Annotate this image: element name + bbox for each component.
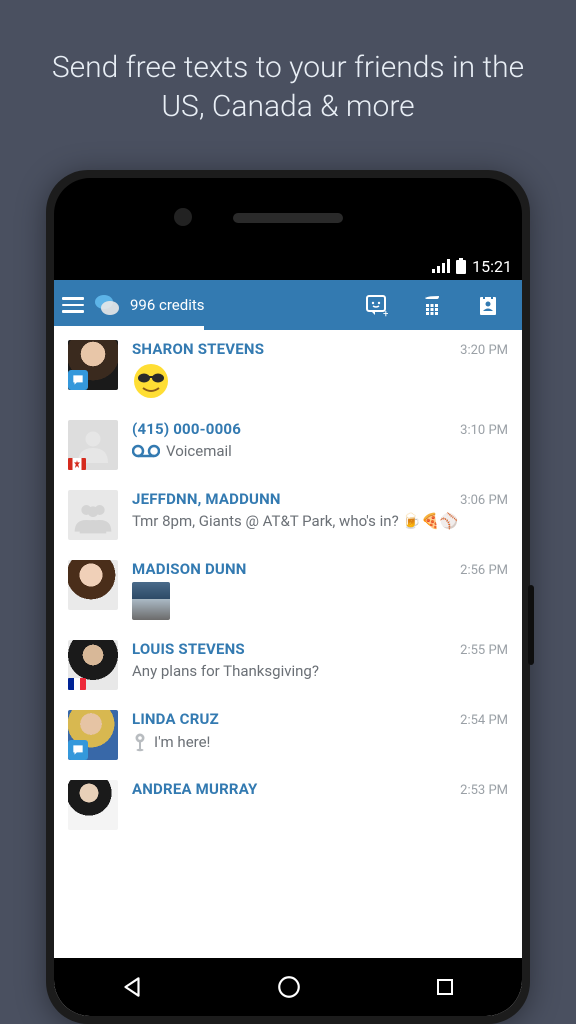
message-preview: Any plans for Thanksgiving? [132, 662, 508, 681]
message-time: 3:10 PM [460, 423, 508, 438]
contact-name: (415) 000-0006 [132, 420, 241, 438]
conversation-row[interactable]: LOUIS STEVENS 2:55 PM Any plans for Than… [54, 630, 522, 700]
message-time: 3:20 PM [460, 343, 508, 358]
back-button[interactable] [119, 974, 145, 1000]
conversation-row[interactable]: MADISON DUNN 2:56 PM [54, 550, 522, 630]
app-header: 996 credits + [54, 280, 522, 330]
emoji-sunglasses-icon [132, 362, 170, 400]
flag-icon [68, 458, 86, 470]
credits-label[interactable]: 996 credits [130, 296, 205, 314]
chat-badge-icon [68, 370, 88, 390]
avatar[interactable] [68, 560, 118, 610]
contact-name: SHARON STEVENS [132, 340, 264, 358]
promo-headline: Send free texts to your friends in the U… [0, 0, 576, 154]
message-preview: Voicemail [132, 442, 508, 461]
signal-icon [432, 259, 450, 273]
menu-button[interactable] [60, 297, 86, 313]
status-time: 15:21 [472, 257, 512, 276]
message-time: 2:53 PM [460, 783, 508, 798]
phone-speaker [233, 213, 343, 223]
avatar[interactable] [68, 640, 118, 690]
voicemail-icon [132, 443, 160, 459]
image-thumbnail [132, 582, 170, 620]
avatar[interactable] [68, 780, 118, 830]
app-logo-icon[interactable] [94, 292, 120, 318]
status-bar: 15:21 [54, 252, 522, 280]
contact-name: LOUIS STEVENS [132, 640, 245, 658]
message-time: 2:54 PM [460, 713, 508, 728]
recents-button[interactable] [433, 975, 457, 999]
chat-badge-icon [68, 740, 88, 760]
phone-frame: 15:21 996 credits + [46, 170, 530, 1024]
dialer-button[interactable] [408, 293, 456, 317]
compose-button[interactable]: + [352, 293, 400, 317]
active-tab-indicator [54, 326, 204, 330]
contacts-button[interactable] [464, 293, 512, 317]
location-pin-icon [132, 732, 148, 752]
android-nav-bar [54, 958, 522, 1016]
preview-text: Any plans for Thanksgiving? [132, 662, 319, 681]
avatar[interactable] [68, 420, 118, 470]
contact-name: MADISON DUNN [132, 560, 247, 578]
conversation-row[interactable]: JEFFDNN, MADDUNN 3:06 PM Tmr 8pm, Giants… [54, 480, 522, 550]
contact-name: JEFFDNN, MADDUNN [132, 490, 281, 508]
flag-icon [68, 678, 86, 690]
message-time: 3:06 PM [460, 493, 508, 508]
app-screen: 15:21 996 credits + [54, 252, 522, 1016]
contact-name: ANDREA MURRAY [132, 780, 258, 798]
conversation-row[interactable]: (415) 000-0006 3:10 PM Voicemail [54, 410, 522, 480]
conversation-row[interactable]: LINDA CRUZ 2:54 PM I'm here! [54, 700, 522, 770]
message-time: 2:56 PM [460, 563, 508, 578]
message-preview: Tmr 8pm, Giants @ AT&T Park, who's in? 🍺… [132, 512, 508, 531]
message-preview [132, 582, 508, 620]
home-button[interactable] [276, 974, 302, 1000]
conversation-list[interactable]: SHARON STEVENS 3:20 PM (415) 000-0006 3:… [54, 330, 522, 1016]
avatar[interactable] [68, 710, 118, 760]
conversation-row[interactable]: ANDREA MURRAY 2:53 PM [54, 770, 522, 840]
conversation-row[interactable]: SHARON STEVENS 3:20 PM [54, 330, 522, 410]
avatar[interactable] [68, 490, 118, 540]
preview-text: I'm here! [154, 733, 210, 752]
preview-text: Voicemail [166, 442, 232, 461]
svg-text:+: + [383, 309, 388, 317]
avatar[interactable] [68, 340, 118, 390]
contact-name: LINDA CRUZ [132, 710, 219, 728]
message-time: 2:55 PM [460, 643, 508, 658]
preview-text: Tmr 8pm, Giants @ AT&T Park, who's in? 🍺… [132, 512, 458, 530]
battery-icon [456, 258, 466, 274]
phone-camera [174, 208, 192, 226]
message-preview [132, 362, 508, 400]
message-preview: I'm here! [132, 732, 508, 752]
power-button [528, 585, 534, 665]
